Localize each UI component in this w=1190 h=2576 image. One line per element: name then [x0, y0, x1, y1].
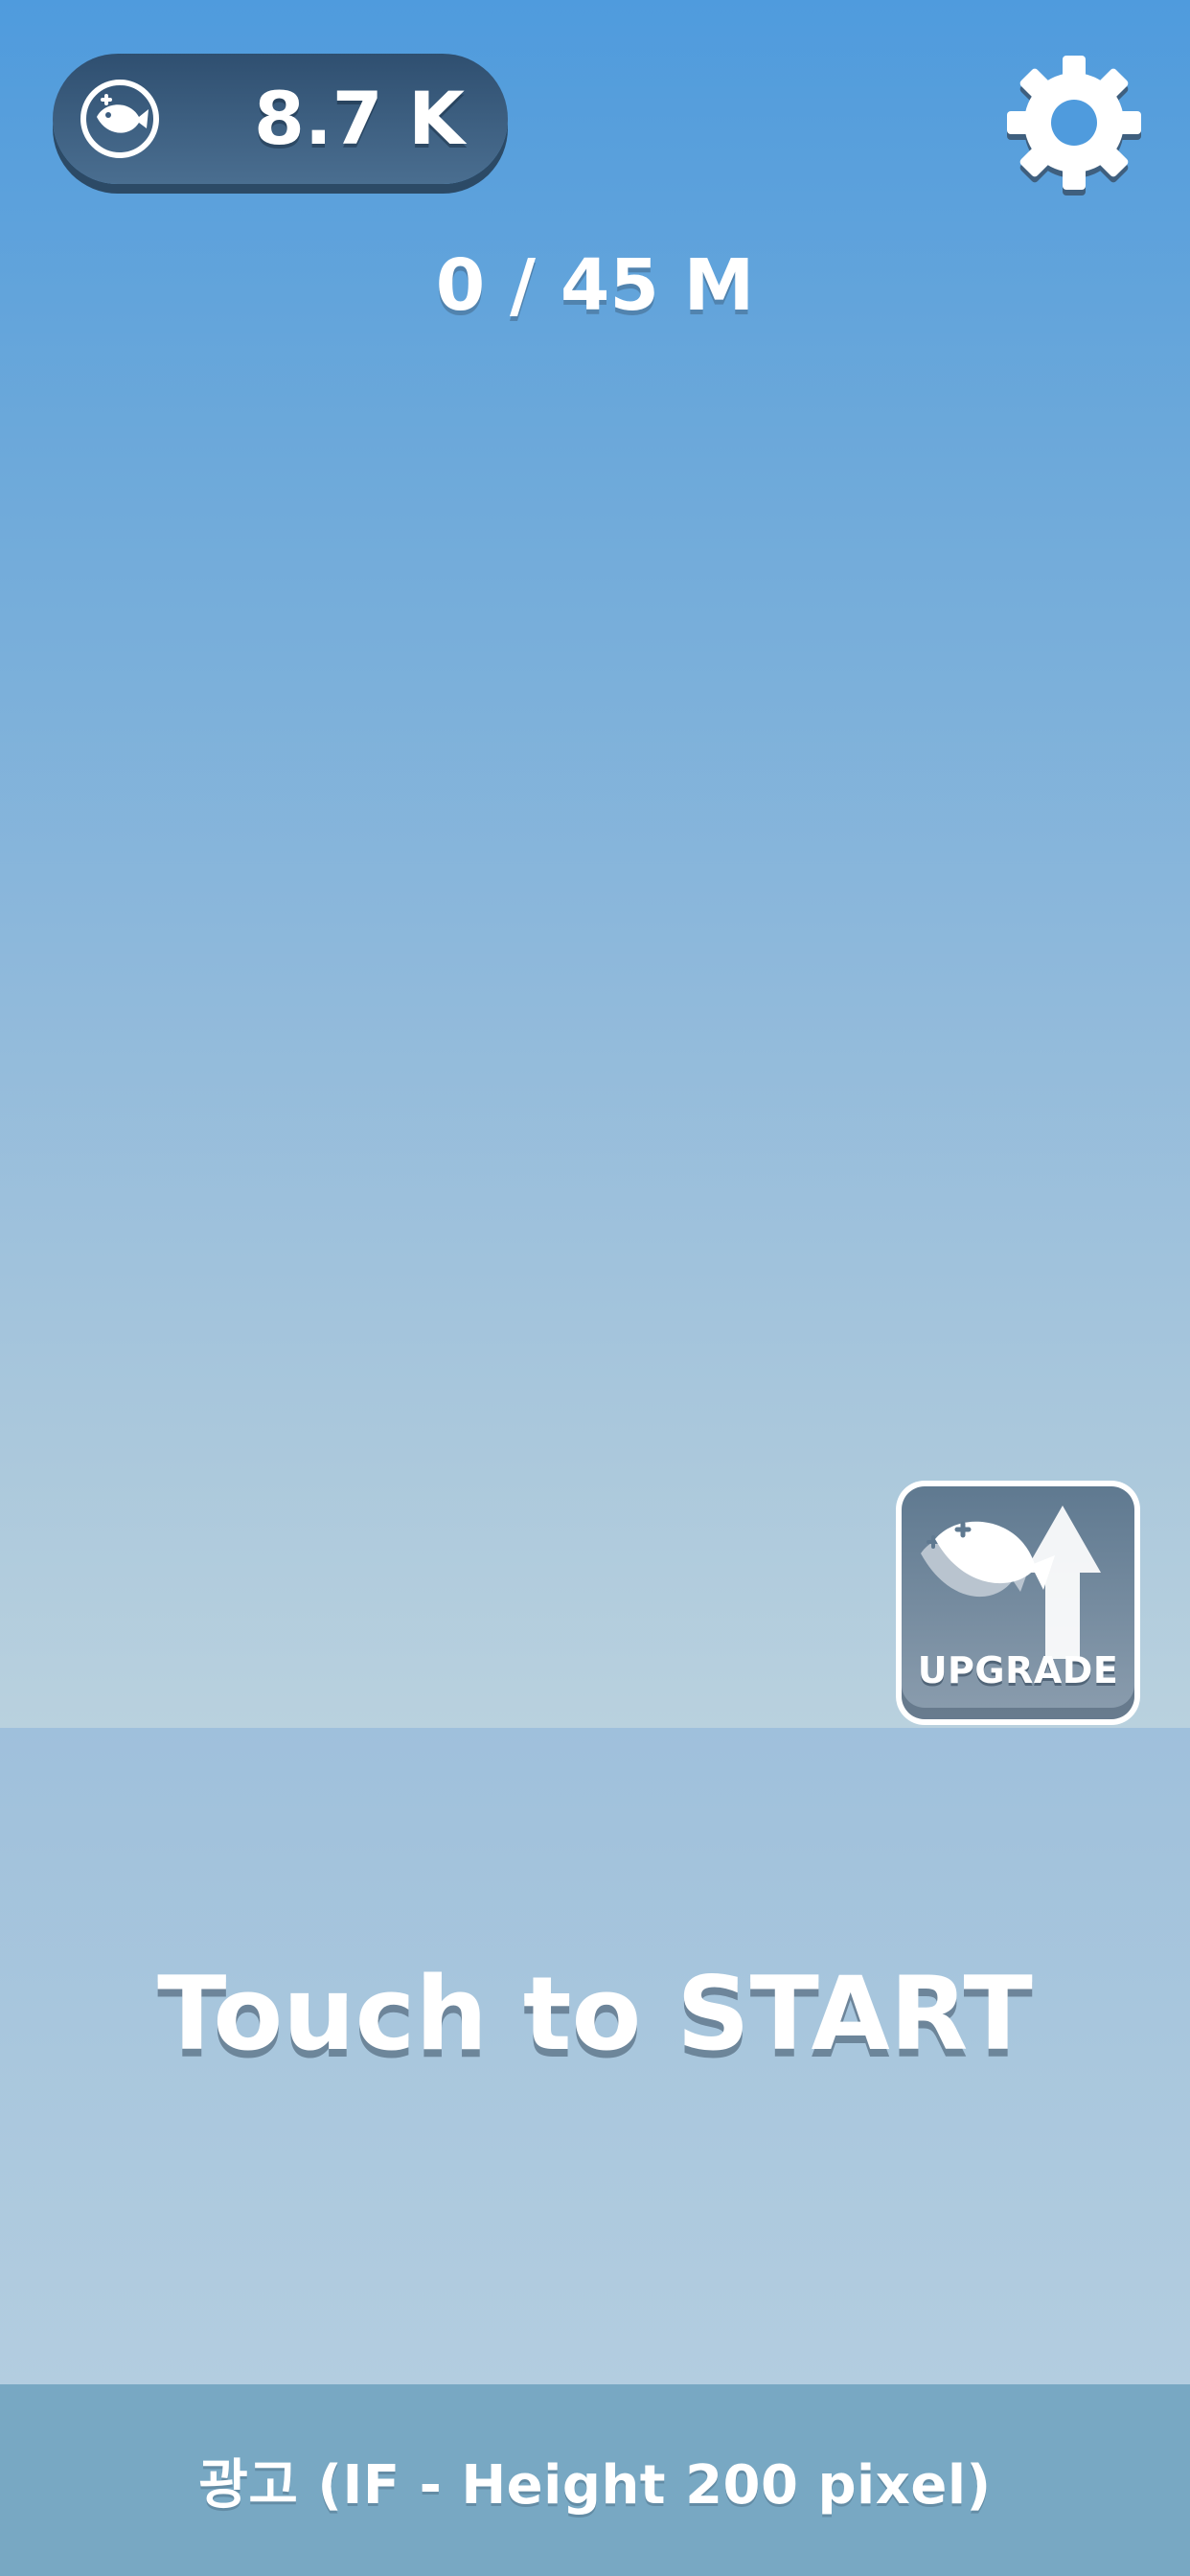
upgrade-label: UPGRADE [917, 1649, 1119, 1691]
touch-to-start-prompt[interactable]: Touch to START [0, 1955, 1190, 2073]
upgrade-button[interactable]: UPGRADE [896, 1481, 1140, 1725]
distance-progress: 0 / 45 M [435, 244, 755, 327]
ad-banner-text: 광고 (IF - Height 200 pixel) [198, 2453, 992, 2517]
currency-display: 8.7 K [53, 54, 508, 184]
fish-coin-icon [80, 80, 159, 158]
ad-banner[interactable]: 광고 (IF - Height 200 pixel) [0, 2384, 1190, 2576]
gear-icon [1007, 56, 1141, 196]
currency-value: 8.7 K [254, 76, 465, 161]
game-screen[interactable]: 8.7 K 0 / 45 M UPGRADE Touch to START 광고… [0, 0, 1190, 2576]
upgrade-button-face: UPGRADE [902, 1486, 1134, 1719]
settings-button[interactable] [1001, 50, 1147, 196]
